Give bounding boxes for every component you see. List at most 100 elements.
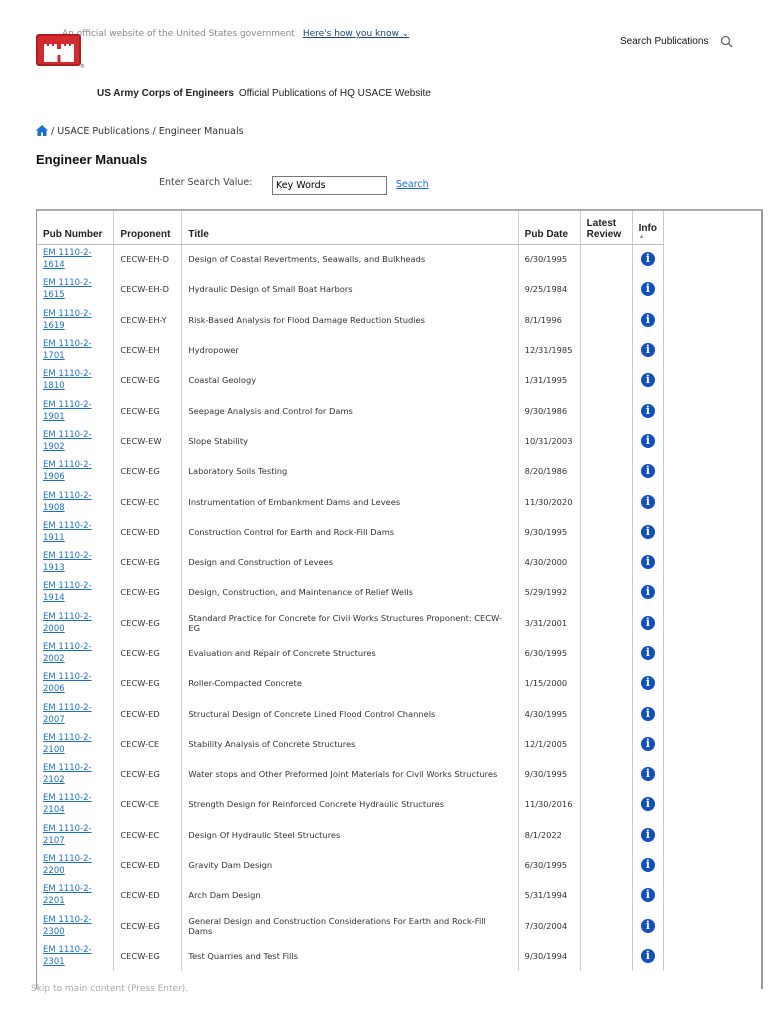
pub-number-link[interactable]: EM 1110-2-2102	[43, 762, 107, 786]
pub-number-link[interactable]: EM 1110-2-1902	[43, 429, 107, 453]
search-publications-link[interactable]: Search Publications	[620, 36, 708, 47]
site-subtitle: Official Publications of HQ USACE Websit…	[238, 88, 431, 99]
pub-number-link[interactable]: EM 1110-2-2104	[43, 792, 107, 816]
table-row: EM 1110-2-1701 CECW-EH Hydropower 12/31/…	[37, 334, 665, 366]
info-icon[interactable]: i	[640, 646, 655, 660]
info-icon[interactable]: i	[640, 948, 655, 963]
publications-table-container[interactable]: Pub Number Proponent Title Pub Date Late…	[36, 209, 763, 989]
gov-banner: An official website of the United States…	[62, 29, 409, 39]
pub-number-cell: EM 1110-2-1913	[37, 546, 115, 578]
pub-number-link[interactable]: EM 1110-2-2100	[43, 732, 107, 756]
info-icon[interactable]: i	[640, 252, 655, 267]
page-title: Engineer Manuals	[36, 152, 148, 167]
pub-number-link[interactable]: EM 1110-2-1701	[43, 338, 107, 362]
latest-review-cell	[580, 819, 633, 850]
info-cell: i	[632, 849, 665, 881]
info-icon[interactable]: i	[640, 615, 655, 630]
breadcrumb-usace-publications[interactable]: USACE Publications	[57, 126, 149, 137]
header-title[interactable]: Title	[181, 211, 519, 245]
pub-number-link[interactable]: EM 1110-2-1906	[43, 459, 107, 483]
pub-number-link[interactable]: EM 1110-2-2201	[43, 883, 107, 907]
pub-number-link[interactable]: EM 1110-2-1615	[43, 277, 107, 301]
title-cell: Laboratory Soils Testing	[181, 456, 519, 487]
pub-number-link[interactable]: EM 1110-2-2107	[43, 823, 107, 847]
pub-number-link[interactable]: EM 1110-2-2000	[43, 611, 107, 635]
pub-number-cell: EM 1110-2-2300	[37, 910, 115, 941]
info-icon[interactable]: i	[640, 524, 655, 539]
pub-date-cell: 5/31/1994	[518, 880, 581, 911]
title-cell: Construction Control for Earth and Rock-…	[181, 516, 519, 547]
breadcrumb: / USACE Publications / Engineer Manuals	[36, 125, 244, 137]
pub-number-link[interactable]: EM 1110-2-1901	[43, 399, 107, 423]
header-proponent[interactable]: Proponent	[113, 211, 183, 245]
info-icon[interactable]: i	[640, 343, 655, 358]
pub-number-link[interactable]: EM 1110-2-1914	[43, 580, 107, 604]
pub-number-link[interactable]: EM 1110-2-1913	[43, 550, 107, 574]
info-icon[interactable]: i	[640, 373, 655, 388]
info-icon[interactable]: i	[640, 585, 655, 600]
info-icon[interactable]: i	[640, 767, 655, 782]
title-cell: Instrumentation of Embankment Dams and L…	[181, 486, 519, 517]
site-brand: US Army Corps of Engineers Official Publi…	[97, 88, 431, 99]
header-latest-review[interactable]: Latest Review	[580, 211, 633, 245]
info-icon[interactable]: i	[640, 676, 655, 691]
proponent-cell: CECW-EG	[113, 759, 183, 790]
pub-number-cell: EM 1110-2-1619	[37, 304, 115, 335]
info-cell: i	[632, 304, 665, 335]
proponent-cell: CECW-EG	[113, 607, 183, 638]
header-info[interactable]: Info ▲	[632, 211, 665, 245]
pub-number-link[interactable]: EM 1110-2-2301	[43, 944, 107, 968]
skip-to-main-link[interactable]: Skip to main content (Press Enter).	[31, 984, 188, 994]
pub-number-link[interactable]: EM 1110-2-2006	[43, 671, 107, 695]
pub-date-cell: 6/30/1995	[518, 849, 581, 881]
title-cell: Slope Stability	[181, 425, 519, 457]
pub-date-cell: 12/1/2005	[518, 728, 581, 760]
info-icon[interactable]: i	[640, 494, 655, 509]
table-row: EM 1110-2-2006 CECW-EG Roller-Compacted …	[37, 668, 665, 699]
pub-number-cell: EM 1110-2-2107	[37, 819, 115, 850]
title-cell: Design and Construction of Levees	[181, 546, 519, 578]
latest-review-cell	[580, 334, 633, 366]
info-icon[interactable]: i	[640, 858, 655, 873]
pub-number-link[interactable]: EM 1110-2-2007	[43, 702, 107, 726]
latest-review-cell	[580, 244, 633, 275]
info-icon[interactable]: i	[640, 706, 655, 721]
sort-icon[interactable]: ▲	[639, 234, 657, 240]
pub-number-link[interactable]: EM 1110-2-2002	[43, 641, 107, 665]
info-icon[interactable]: i	[640, 736, 655, 751]
info-icon[interactable]: i	[640, 282, 655, 297]
heres-how-you-know-link[interactable]: Here's how you know ⌄	[303, 29, 409, 39]
pub-number-link[interactable]: EM 1110-2-1810	[43, 368, 107, 392]
info-cell: i	[632, 516, 665, 547]
header-pub-number[interactable]: Pub Number	[37, 211, 115, 245]
proponent-cell: CECW-EH-D	[113, 274, 183, 305]
home-icon[interactable]	[36, 125, 48, 136]
usace-castle-logo[interactable]	[36, 34, 81, 66]
info-icon[interactable]: i	[640, 555, 655, 570]
pub-number-link[interactable]: EM 1110-2-2200	[43, 853, 107, 877]
brand-name[interactable]: US Army Corps of Engineers	[97, 88, 234, 99]
info-icon[interactable]: i	[640, 312, 655, 327]
pub-number-link[interactable]: EM 1110-2-1911	[43, 520, 107, 544]
info-icon[interactable]: i	[640, 827, 655, 842]
info-icon[interactable]: i	[640, 433, 655, 448]
info-cell: i	[632, 546, 665, 578]
info-icon[interactable]: i	[640, 918, 655, 933]
info-icon[interactable]: i	[640, 464, 655, 479]
pub-number-link[interactable]: EM 1110-2-2300	[43, 914, 107, 938]
pub-date-cell: 6/30/1995	[518, 637, 581, 669]
info-icon[interactable]: i	[640, 403, 655, 418]
pub-number-link[interactable]: EM 1110-2-1619	[43, 308, 107, 332]
table-row: EM 1110-2-2100 CECW-CE Stability Analysi…	[37, 728, 665, 760]
info-icon[interactable]: i	[640, 888, 655, 903]
search-icon[interactable]	[720, 35, 733, 48]
proponent-cell: CECW-EH-Y	[113, 304, 183, 335]
search-input[interactable]	[272, 176, 387, 195]
info-icon[interactable]: i	[640, 797, 655, 812]
pub-number-link[interactable]: EM 1110-2-1614	[43, 247, 107, 271]
search-button[interactable]: Search	[396, 179, 429, 190]
table-row: EM 1110-2-1615 CECW-EH-D Hydraulic Desig…	[37, 274, 665, 305]
pub-date-cell: 4/30/1995	[518, 698, 581, 729]
header-pub-date[interactable]: Pub Date	[518, 211, 581, 245]
pub-number-link[interactable]: EM 1110-2-1908	[43, 490, 107, 514]
